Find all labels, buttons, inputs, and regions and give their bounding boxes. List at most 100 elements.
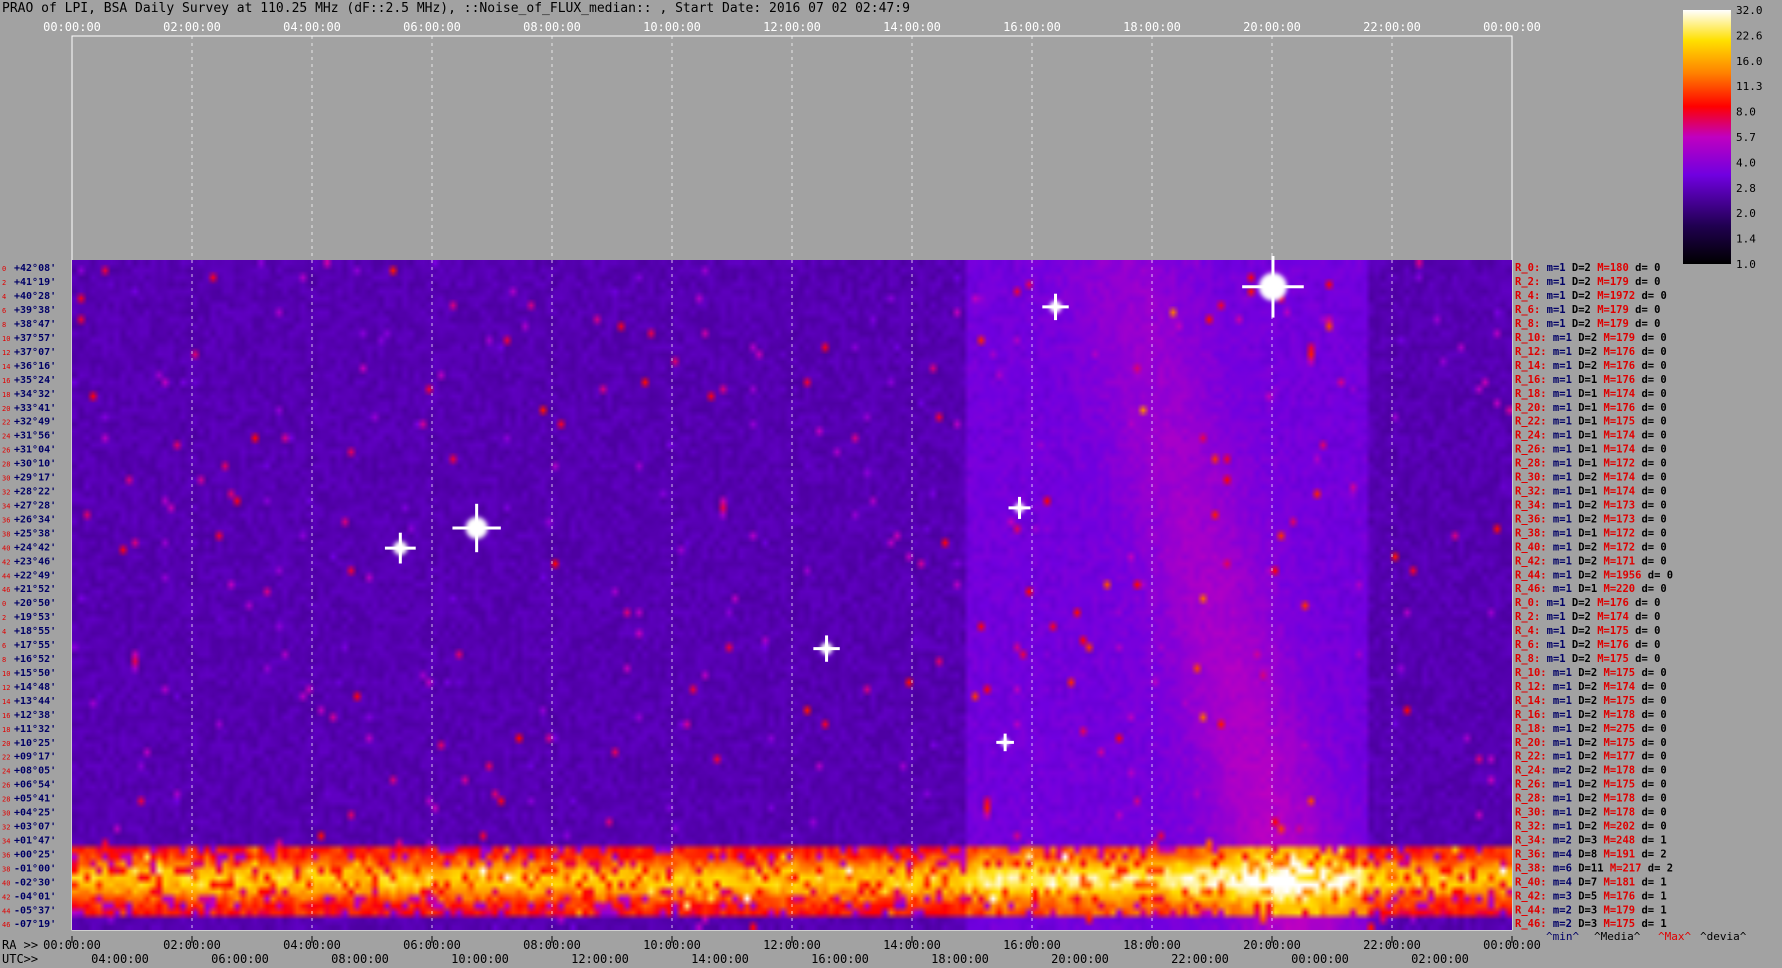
beam-stat-beam: R_16:: [1515, 374, 1547, 386]
declination-label: +19°53': [14, 612, 56, 623]
beam-stat-D: D=2: [1572, 737, 1597, 749]
beam-stat-d: d= 0: [1635, 458, 1667, 470]
declination-label: +37°57': [14, 333, 56, 344]
beam-stat-D: D=2: [1572, 751, 1597, 763]
beam-stat-D: D=2: [1566, 625, 1591, 637]
beam-stat-row: R_4: m=1 D=2 M=1972 d= 0: [1515, 290, 1667, 302]
declination-label: +14°48': [14, 682, 56, 693]
declination-label: +04°25': [14, 808, 56, 819]
declination-label: -02°30': [14, 877, 56, 888]
beam-stat-m: m=1: [1547, 527, 1572, 539]
row-index-label: 6: [2, 642, 6, 650]
utc-tick-label: 12:00:00: [571, 952, 629, 966]
colorbar-tick-label: 8.0: [1736, 106, 1756, 119]
beam-stat-row: R_4: m=1 D=2 M=175 d= 0: [1515, 625, 1660, 637]
beam-stat-beam: R_12:: [1515, 681, 1547, 693]
beam-stat-d: d= 0: [1635, 346, 1667, 358]
row-index-label: 2: [2, 614, 6, 622]
row-index-label: 36: [2, 851, 10, 859]
beam-stat-M: M=179: [1591, 276, 1629, 288]
beam-stat-M: M=172: [1597, 541, 1635, 553]
beam-stat-row: R_8: m=1 D=2 M=179 d= 0: [1515, 318, 1660, 330]
beam-stat-M: M=179: [1591, 318, 1629, 330]
beam-stat-row: R_0: m=1 D=2 M=180 d= 0: [1515, 262, 1660, 274]
colorbar-tick-label: 22.6: [1736, 29, 1763, 42]
top-tick-label: 00:00:00: [43, 20, 101, 34]
colorbar-tick-label: 4.0: [1736, 156, 1756, 169]
beam-stat-d: d= 0: [1635, 555, 1667, 567]
beam-stat-m: m=1: [1540, 276, 1565, 288]
beam-stat-D: D=2: [1572, 821, 1597, 833]
beam-stat-row: R_2: m=1 D=2 M=174 d= 0: [1515, 611, 1660, 623]
beam-stat-beam: R_46:: [1515, 583, 1547, 595]
beam-stat-D: D=2: [1566, 639, 1591, 651]
row-index-label: 8: [2, 321, 6, 329]
beam-stat-M: M=1956: [1597, 569, 1641, 581]
utc-tick-label: 10:00:00: [451, 952, 509, 966]
beam-stat-m: m=1: [1547, 667, 1572, 679]
beam-stat-D: D=1: [1572, 444, 1597, 456]
row-index-label: 18: [2, 391, 10, 399]
beam-stat-D: D=11: [1572, 862, 1604, 874]
declination-label: +31°04': [14, 445, 56, 456]
beam-stat-beam: R_24:: [1515, 765, 1547, 777]
beam-stat-M: M=174: [1597, 486, 1635, 498]
beam-stat-beam: R_28:: [1515, 458, 1547, 470]
beam-stat-d: d= 0: [1635, 499, 1667, 511]
row-index-label: 44: [2, 907, 10, 915]
beam-stat-beam: R_36:: [1515, 848, 1547, 860]
beam-stat-beam: R_24:: [1515, 430, 1547, 442]
beam-stat-beam: R_0:: [1515, 262, 1540, 274]
beam-stat-m: m=2: [1547, 834, 1572, 846]
beam-stat-d: d= 0: [1629, 653, 1661, 665]
beam-stat-beam: R_32:: [1515, 821, 1547, 833]
utc-tick-label: 14:00:00: [691, 952, 749, 966]
beam-stat-d: d= 0: [1635, 290, 1667, 302]
beam-stat-m: m=3: [1547, 890, 1572, 902]
beam-stat-row: R_0: m=1 D=2 M=176 d= 0: [1515, 597, 1660, 609]
beam-stat-M: M=220: [1597, 583, 1635, 595]
beam-stat-M: M=181: [1597, 876, 1635, 888]
declination-label: +33°41': [14, 403, 56, 414]
declination-label: +11°32': [14, 724, 56, 735]
row-index-label: 4: [2, 293, 6, 301]
declination-label: +34°32': [14, 389, 56, 400]
beam-stat-D: D=1: [1572, 527, 1597, 539]
row-index-label: 46: [2, 586, 10, 594]
beam-stat-beam: R_16:: [1515, 709, 1547, 721]
beam-stat-M: M=191: [1597, 848, 1635, 860]
beam-stat-D: D=2: [1566, 597, 1591, 609]
beam-stat-row: R_6: m=1 D=2 M=179 d= 0: [1515, 304, 1660, 316]
beam-stat-beam: R_26:: [1515, 779, 1547, 791]
beam-stat-row: R_2: m=1 D=2 M=179 d= 0: [1515, 276, 1660, 288]
beam-stat-d: d= 0: [1635, 472, 1667, 484]
beam-stat-row: R_14: m=1 D=2 M=176 d= 0: [1515, 360, 1667, 372]
row-index-label: 32: [2, 489, 10, 497]
beam-stat-D: D=2: [1566, 653, 1591, 665]
beam-stat-d: d= 0: [1635, 388, 1667, 400]
beam-stat-d: d= 0: [1629, 639, 1661, 651]
beam-stat-d: d= 2: [1641, 862, 1673, 874]
declination-label: +38°47': [14, 319, 56, 330]
row-index-label: 6: [2, 307, 6, 315]
beam-stat-row: R_22: m=1 D=1 M=175 d= 0: [1515, 416, 1667, 428]
beam-stat-m: m=1: [1547, 807, 1572, 819]
top-tick-label: 22:00:00: [1363, 20, 1421, 34]
declination-label: +30°10': [14, 459, 56, 470]
beam-stat-d: d= 1: [1635, 876, 1667, 888]
declination-label: +12°38': [14, 710, 56, 721]
beam-stat-D: D=2: [1566, 611, 1591, 623]
beam-stat-d: d= 2: [1635, 848, 1667, 860]
row-index-label: 30: [2, 810, 10, 818]
beam-stat-beam: R_44:: [1515, 904, 1547, 916]
beam-stat-d: d= 0: [1635, 723, 1667, 735]
utc-tick-label: 16:00:00: [811, 952, 869, 966]
beam-stat-M: M=174: [1597, 430, 1635, 442]
beam-stat-D: D=2: [1572, 360, 1597, 372]
beam-stat-d: d= 0: [1635, 360, 1667, 372]
declination-label: +39°38': [14, 305, 56, 316]
declination-label: -05°37': [14, 905, 56, 916]
beam-stat-M: M=172: [1597, 458, 1635, 470]
beam-stat-row: R_20: m=1 D=1 M=176 d= 0: [1515, 402, 1667, 414]
beam-stat-m: m=1: [1547, 388, 1572, 400]
